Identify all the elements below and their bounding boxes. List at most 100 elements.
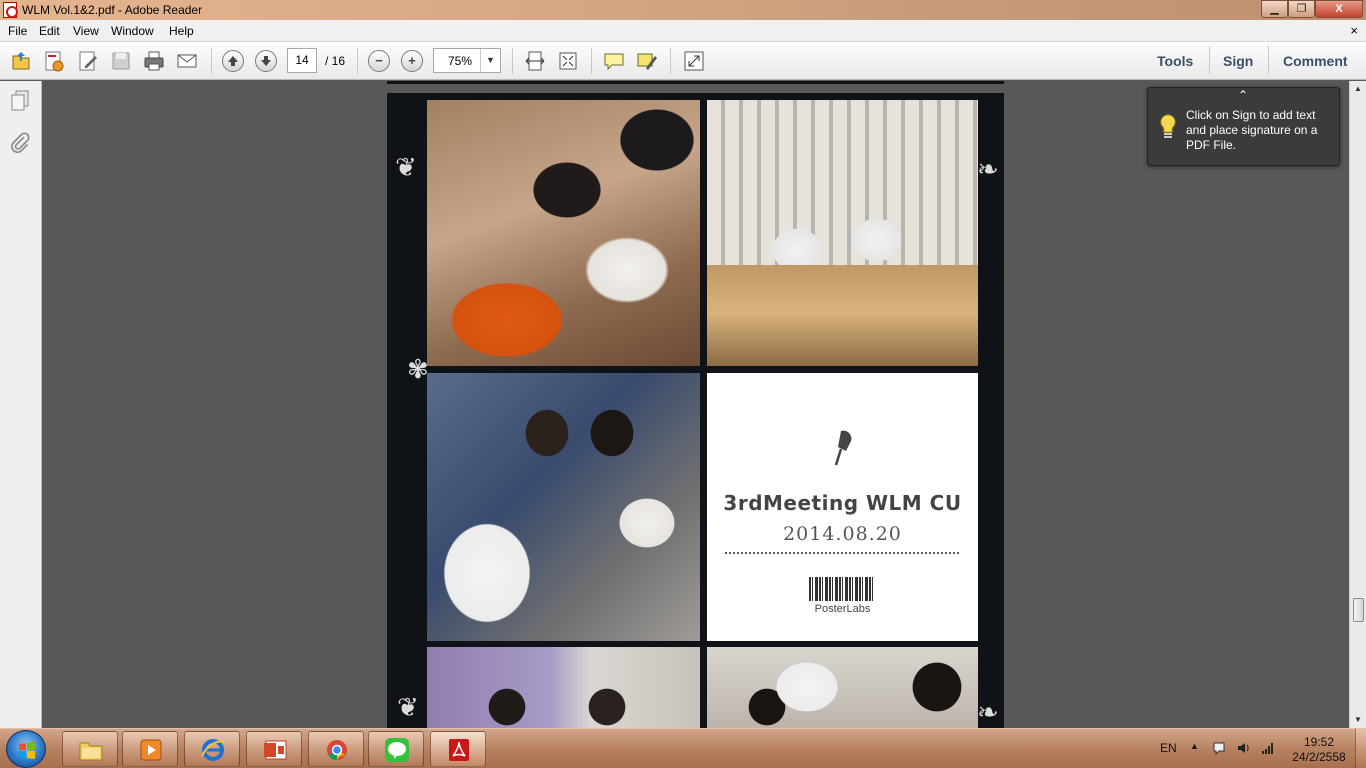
- previous-page-button[interactable]: [222, 50, 244, 72]
- sign-tooltip: ⌃ Click on Sign to add text and place si…: [1147, 87, 1340, 166]
- dotted-divider: [725, 552, 959, 554]
- photo-students-reading: [707, 647, 978, 728]
- toolbar-separator: [512, 48, 513, 74]
- adobe-reader-icon: [449, 739, 469, 761]
- show-desktop-button[interactable]: [1355, 729, 1366, 768]
- navigation-pane: [0, 81, 42, 728]
- toolbar-separator: [211, 48, 212, 74]
- vertical-scrollbar[interactable]: ▲ ▼: [1349, 81, 1366, 728]
- create-pdf-icon[interactable]: [43, 50, 65, 72]
- window-title: WLM Vol.1&2.pdf - Adobe Reader: [22, 3, 203, 17]
- poster-date: 2014.08.20: [783, 523, 902, 545]
- adobe-reader-app-icon: [3, 2, 18, 18]
- flourish-ornament: ❧: [977, 698, 999, 728]
- page-total: / 16: [325, 54, 346, 68]
- email-icon[interactable]: [176, 50, 198, 72]
- poster-title-card: 3rdMeeting WLM CU 2014.08.20 PosterLabs: [707, 373, 978, 641]
- chrome-icon: [327, 740, 347, 761]
- tooltip-text: Click on Sign to add text and place sign…: [1186, 108, 1318, 152]
- scrollbar-thumb[interactable]: [1353, 598, 1364, 622]
- photo-group-selfie: [427, 373, 700, 641]
- barcode-graphic: [809, 577, 873, 601]
- taskbar-powerpoint[interactable]: [246, 731, 302, 767]
- comment-pane-button[interactable]: Comment: [1283, 53, 1348, 69]
- menu-bar: File Edit View Window Help ×: [0, 20, 1366, 42]
- flourish-ornament: ❦: [395, 153, 417, 183]
- page-thumbnails-icon[interactable]: [9, 89, 31, 113]
- toolbar-separator: [1268, 46, 1269, 74]
- next-page-button[interactable]: [255, 50, 277, 72]
- toolbar-separator: [1209, 46, 1210, 74]
- toolbar-separator: [670, 48, 671, 74]
- arrow-up-icon: [228, 56, 238, 66]
- maximize-button[interactable]: ❐: [1288, 0, 1315, 18]
- taskbar-adobe-reader[interactable]: [430, 731, 486, 767]
- print-icon[interactable]: [143, 50, 165, 72]
- photo-classroom-purple-wall: [427, 647, 700, 728]
- powerpoint-icon: [264, 740, 287, 760]
- menu-window[interactable]: Window: [111, 24, 154, 38]
- tools-pane-button[interactable]: Tools: [1157, 53, 1193, 69]
- internet-explorer-icon: [201, 739, 225, 761]
- sticky-note-icon[interactable]: [603, 50, 625, 72]
- menu-edit[interactable]: Edit: [39, 24, 60, 38]
- menu-help[interactable]: Help: [169, 24, 194, 38]
- toolbar-separator: [591, 48, 592, 74]
- sign-pane-button[interactable]: Sign: [1223, 53, 1253, 69]
- arrow-down-icon: [261, 56, 271, 66]
- close-document-button[interactable]: ×: [1350, 23, 1358, 38]
- start-button[interactable]: [6, 730, 46, 768]
- full-screen-icon[interactable]: [683, 50, 705, 72]
- taskbar-media-player[interactable]: [122, 731, 178, 767]
- zoom-out-button[interactable]: −: [368, 50, 390, 72]
- taskbar-internet-explorer[interactable]: [184, 731, 240, 767]
- show-hidden-icons-chevron-icon[interactable]: ▲: [1190, 741, 1199, 751]
- clock-date: 24/2/2558: [1292, 750, 1346, 764]
- taskbar-chrome[interactable]: [308, 731, 364, 767]
- highlight-text-icon[interactable]: [636, 50, 658, 72]
- toolbar-separator: [357, 48, 358, 74]
- zoom-value: 75%: [447, 54, 473, 68]
- scroll-up-arrow-icon[interactable]: ▲: [1353, 84, 1363, 94]
- close-button[interactable]: X: [1315, 0, 1363, 18]
- clock-time: 19:52: [1303, 735, 1335, 749]
- scroll-down-arrow-icon[interactable]: ▼: [1353, 715, 1363, 725]
- title-bar: WLM Vol.1&2.pdf - Adobe Reader ▁ ❐ X: [0, 0, 1366, 20]
- pushpin-icon: [834, 430, 852, 466]
- chevron-up-icon[interactable]: ⌃: [1238, 88, 1248, 102]
- menu-view[interactable]: View: [73, 24, 99, 38]
- menu-file[interactable]: File: [8, 24, 27, 38]
- photo-meeting-room: [707, 100, 978, 366]
- taskbar: EN ▲ 19:52 24/2/2558: [0, 728, 1366, 768]
- taskbar-line[interactable]: [368, 731, 424, 767]
- fit-width-icon[interactable]: [524, 50, 546, 72]
- zoom-select[interactable]: 75% ▼: [433, 48, 501, 73]
- save-icon[interactable]: [110, 50, 132, 72]
- flourish-ornament: ❧: [977, 155, 999, 185]
- windows-logo-icon: [19, 742, 35, 759]
- page-number-input[interactable]: 14: [287, 48, 317, 73]
- attachments-icon[interactable]: [9, 131, 31, 155]
- previous-page-edge: [387, 81, 1004, 84]
- zoom-in-button[interactable]: +: [401, 50, 423, 72]
- language-indicator[interactable]: EN: [1160, 741, 1177, 755]
- network-signal-icon[interactable]: [1261, 741, 1275, 755]
- media-player-icon: [140, 739, 162, 761]
- taskbar-explorer[interactable]: [62, 731, 118, 767]
- volume-icon[interactable]: [1237, 741, 1251, 755]
- open-icon[interactable]: [10, 50, 32, 72]
- system-clock[interactable]: 19:52 24/2/2558: [1290, 735, 1348, 765]
- folder-icon: [79, 742, 103, 761]
- lightbulb-icon: [1160, 114, 1176, 138]
- pdf-page: ❦ ❧ ✾ ❦ ❧ 3rdMeeting WLM CU 2014.08.20 P…: [387, 93, 1004, 728]
- edit-pdf-icon[interactable]: [77, 50, 99, 72]
- line-messenger-icon: [385, 738, 409, 762]
- minimize-button[interactable]: ▁: [1261, 0, 1288, 18]
- fit-page-icon[interactable]: [557, 50, 579, 72]
- photo-students-working: [427, 100, 700, 366]
- document-view[interactable]: ❦ ❧ ✾ ❦ ❧ 3rdMeeting WLM CU 2014.08.20 P…: [42, 81, 1349, 728]
- chevron-down-icon[interactable]: ▼: [480, 49, 500, 72]
- poster-brand: PosterLabs: [814, 603, 871, 615]
- flourish-ornament: ❦: [397, 693, 419, 723]
- action-center-icon[interactable]: [1212, 741, 1226, 755]
